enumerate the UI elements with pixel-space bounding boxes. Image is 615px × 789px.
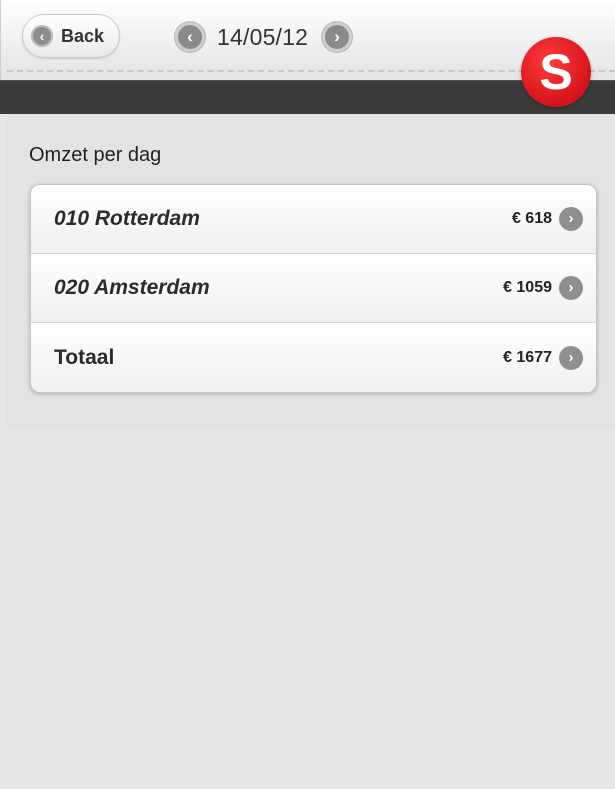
- content-area: Omzet per dag 010 Rotterdam € 618 › 020 …: [6, 114, 615, 430]
- brand-logo: S: [521, 37, 591, 107]
- back-button-label: Back: [61, 25, 105, 46]
- back-button[interactable]: ‹ Back: [22, 14, 120, 58]
- revenue-list: 010 Rotterdam € 618 › 020 Amsterdam € 10…: [30, 184, 597, 393]
- date-navigator: ‹ 14/05/12 ›: [175, 21, 353, 53]
- list-item-label: 020 Amsterdam: [54, 276, 210, 299]
- list-item-label: 010 Rotterdam: [54, 207, 200, 230]
- chevron-right-icon: ›: [559, 345, 583, 370]
- current-date: 14/05/12: [217, 23, 309, 50]
- chevron-left-icon: ‹: [31, 25, 53, 47]
- list-item-value: € 1677: [503, 348, 552, 366]
- list-item-total[interactable]: Totaal € 1677 ›: [31, 323, 596, 392]
- previous-date-button[interactable]: ‹: [175, 22, 205, 52]
- list-item-rotterdam[interactable]: 010 Rotterdam € 618 ›: [31, 185, 596, 254]
- next-date-button[interactable]: ›: [322, 22, 353, 52]
- chevron-right-icon: ›: [559, 207, 583, 231]
- list-item-value: € 1059: [503, 279, 552, 296]
- section-title: Omzet per dag: [29, 144, 162, 166]
- chevron-right-icon: ›: [559, 276, 583, 300]
- list-item-value: € 618: [511, 210, 552, 227]
- list-item-label: Totaal: [54, 345, 115, 369]
- list-item-amsterdam[interactable]: 020 Amsterdam € 1059 ›: [31, 254, 596, 323]
